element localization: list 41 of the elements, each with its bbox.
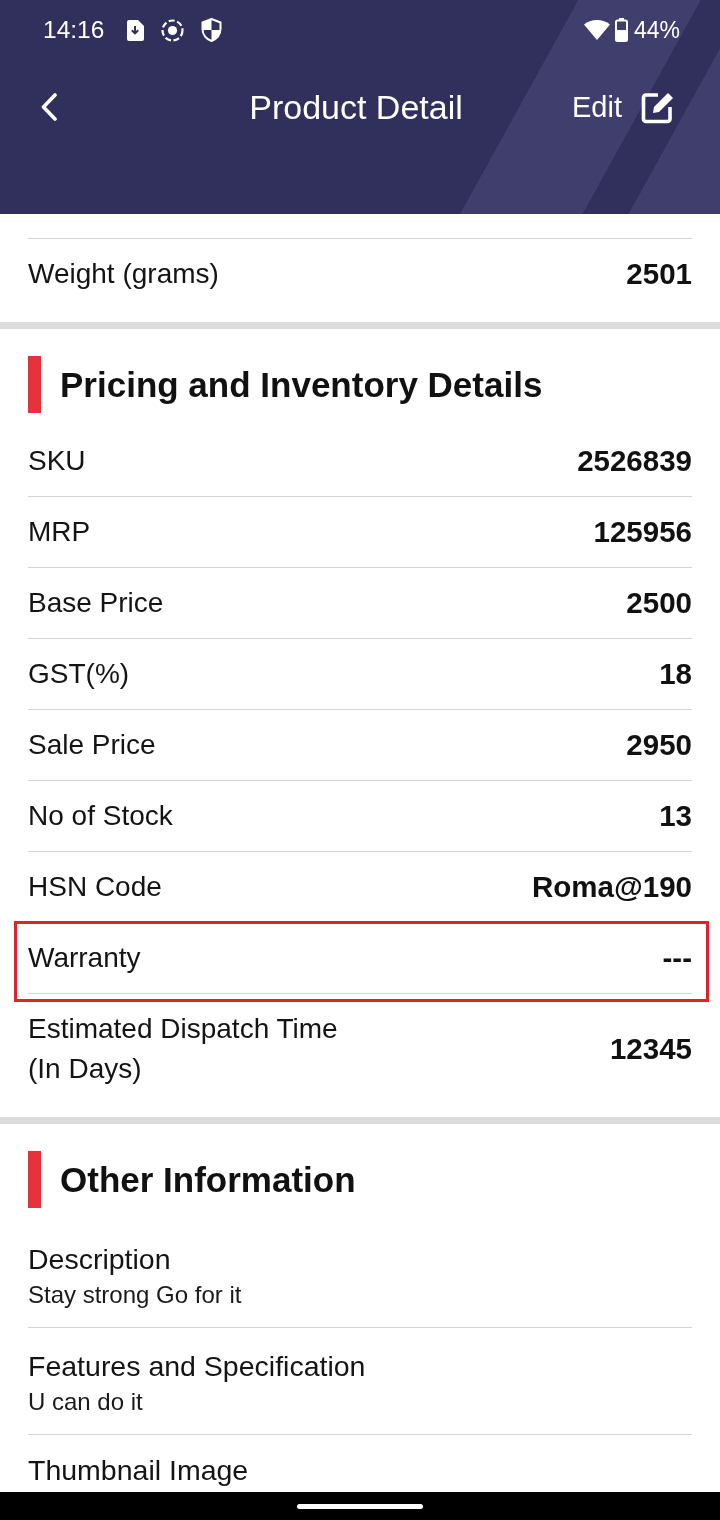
- field-label: Features and Specification: [28, 1349, 366, 1384]
- field-label: GST(%): [28, 657, 130, 691]
- field-label: Estimated Dispatch Time (In Days): [28, 1012, 339, 1086]
- sim-card-download-icon: [126, 19, 145, 41]
- chevron-left-icon: [40, 93, 58, 121]
- field-value: 125956: [593, 514, 692, 550]
- section-title: Other Information: [60, 1158, 356, 1201]
- field-label: Description: [28, 1242, 171, 1277]
- battery-percentage: 44%: [633, 18, 680, 42]
- field-label: MRP: [28, 515, 91, 549]
- edit-button[interactable]: Edit: [572, 90, 676, 124]
- field-label: Base Price: [28, 586, 164, 620]
- gesture-handle[interactable]: [297, 1503, 423, 1509]
- field-value: 13: [659, 798, 692, 834]
- edit-icon: [641, 90, 676, 124]
- field-value: Stay strong Go for it: [28, 1280, 242, 1310]
- field-value: 2501: [626, 256, 692, 292]
- section-accent-bar: [28, 356, 41, 413]
- field-value: Roma@190: [532, 869, 692, 905]
- field-label: SKU: [28, 444, 86, 478]
- field-label: Warranty: [28, 941, 141, 975]
- shield-icon: [201, 18, 223, 42]
- field-value: 2500: [626, 585, 692, 621]
- field-value: 12345: [609, 1031, 692, 1067]
- field-label: HSN Code: [28, 870, 162, 904]
- field-value: U can do it: [28, 1387, 143, 1417]
- dashed-circle-icon: [161, 18, 185, 42]
- field-label: No of Stock: [28, 799, 173, 833]
- field-label: Weight (grams): [28, 257, 219, 291]
- wifi-icon: [583, 20, 610, 40]
- section-accent-bar: [28, 1151, 41, 1208]
- field-value: 2950: [626, 727, 692, 763]
- field-value: ---: [662, 940, 692, 976]
- field-value: 2526839: [577, 443, 692, 479]
- battery-icon: [614, 18, 628, 42]
- field-label: Thumbnail Image: [28, 1455, 249, 1485]
- field-label: Sale Price: [28, 728, 156, 762]
- page-title: Product Detail: [249, 86, 463, 128]
- field-value: 18: [659, 656, 692, 692]
- section-title: Pricing and Inventory Details: [60, 363, 543, 406]
- status-time: 14:16: [43, 17, 105, 43]
